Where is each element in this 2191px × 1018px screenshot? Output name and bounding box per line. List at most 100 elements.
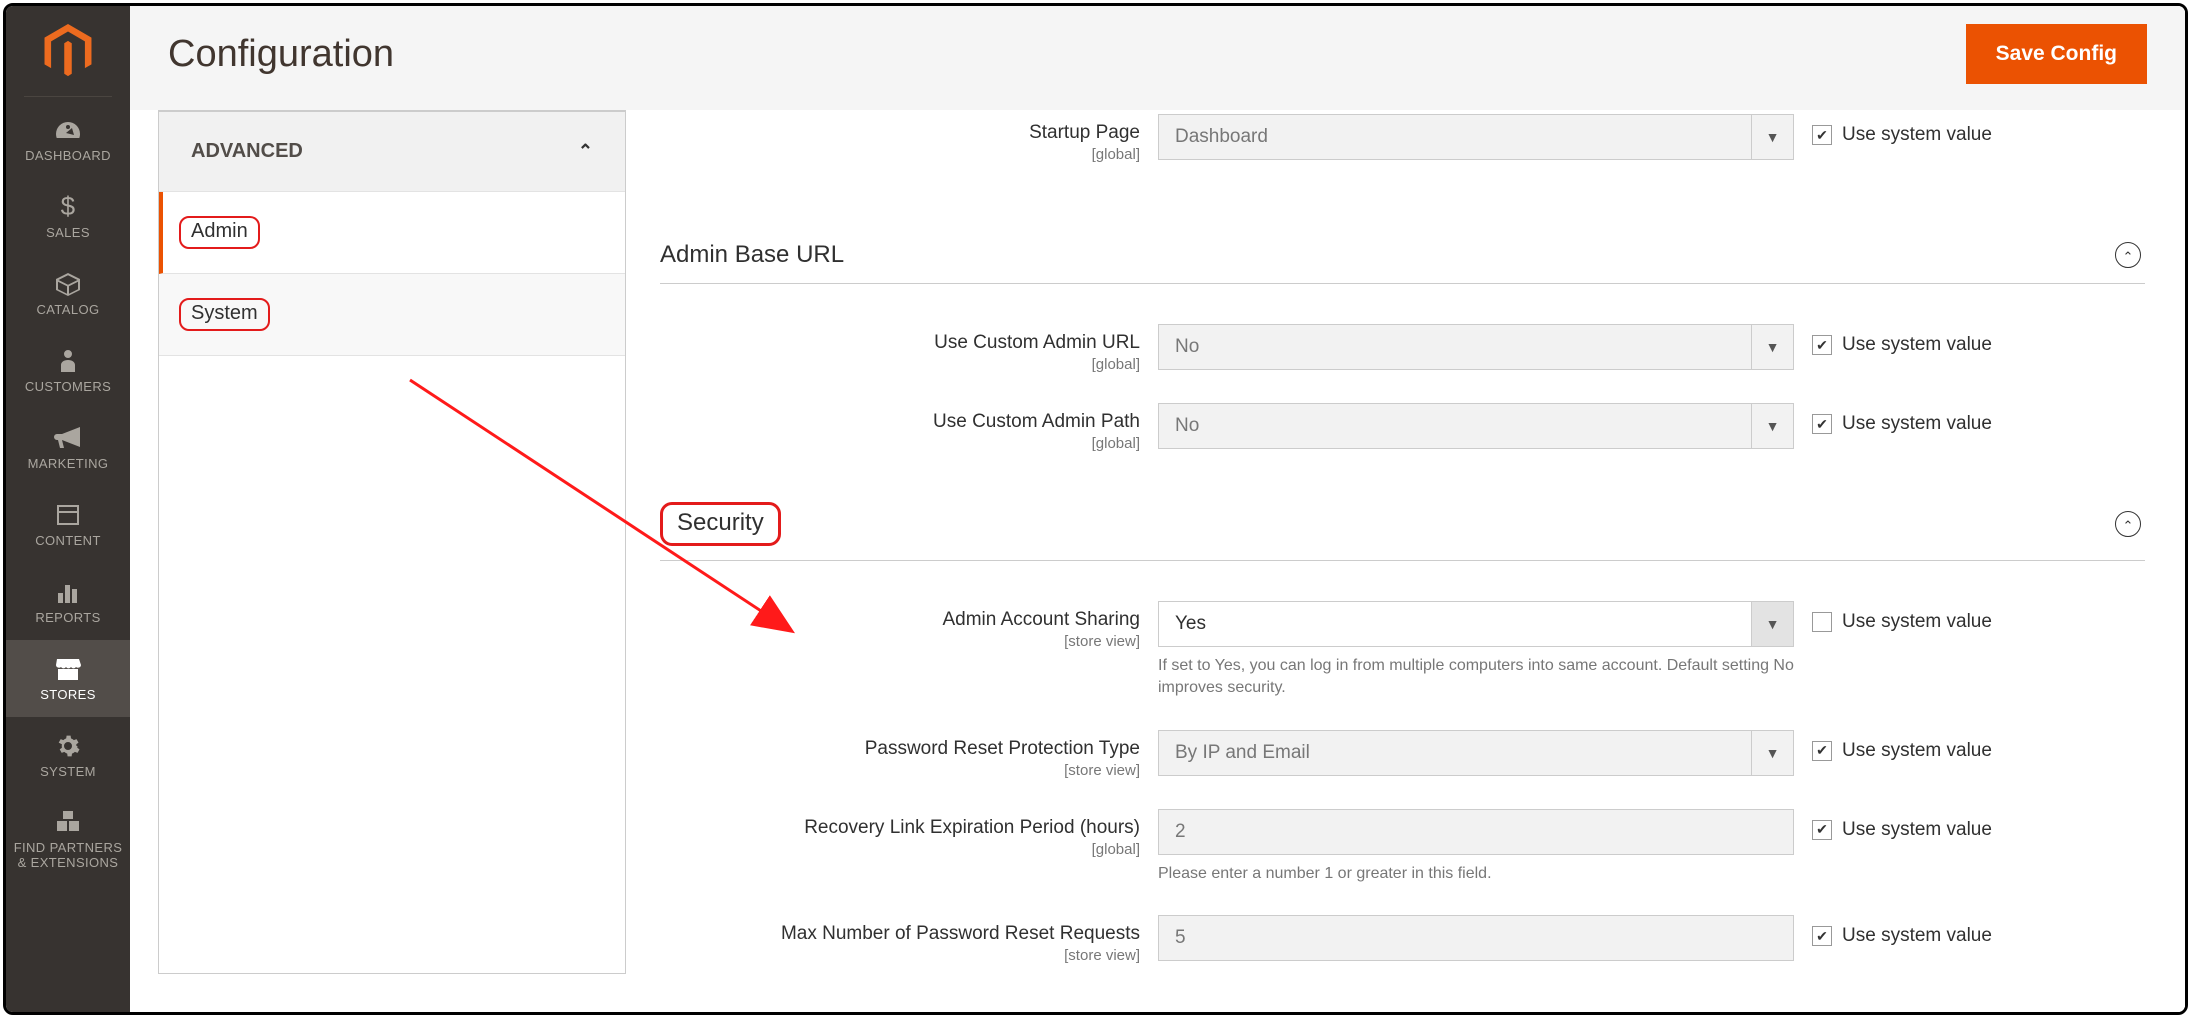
nav-catalog[interactable]: CATALOG: [6, 255, 130, 332]
use-system-value-checkbox[interactable]: Use system value: [1812, 324, 2072, 356]
nav-label: FIND PARTNERS & EXTENSIONS: [14, 841, 123, 871]
nav-label: DASHBOARD: [25, 149, 111, 164]
highlight-box: Admin: [179, 216, 260, 249]
use-system-value-checkbox[interactable]: Use system value: [1812, 809, 2072, 841]
use-custom-admin-path-select[interactable]: No ▼: [1158, 403, 1794, 449]
nav-label: REPORTS: [35, 611, 100, 626]
checkbox-icon: [1812, 335, 1832, 355]
section-admin-base-url[interactable]: Admin Base URL ⌃: [660, 223, 2145, 284]
chevron-down-icon: ▼: [1751, 115, 1793, 159]
section-title: Admin Base URL: [660, 241, 844, 269]
startup-page-select[interactable]: Dashboard ▼: [1158, 114, 1794, 160]
dollar-icon: $: [61, 192, 76, 222]
highlight-box: Security: [660, 502, 781, 546]
nav-sales[interactable]: $ SALES: [6, 178, 130, 255]
field-help: Please enter a number 1 or greater in th…: [1158, 863, 1794, 885]
field-help: If set to Yes, you can log in from multi…: [1158, 655, 1794, 700]
field-label: Use Custom Admin Path: [933, 411, 1140, 432]
nav-label: CONTENT: [35, 534, 101, 549]
nav-label: SALES: [46, 226, 90, 241]
checkbox-icon: [1812, 926, 1832, 946]
nav-customers[interactable]: CUSTOMERS: [6, 332, 130, 409]
field-scope: [store view]: [660, 633, 1140, 650]
field-label: Use Custom Admin URL: [934, 332, 1140, 353]
chevron-up-icon: ⌃: [578, 141, 593, 162]
field-scope: [store view]: [660, 762, 1140, 779]
password-reset-protection-select[interactable]: By IP and Email ▼: [1158, 730, 1794, 776]
nav-partners[interactable]: FIND PARTNERS & EXTENSIONS: [6, 793, 130, 885]
nav-label: CUSTOMERS: [25, 380, 111, 395]
save-config-button[interactable]: Save Config: [1966, 24, 2147, 84]
checkbox-icon: [1812, 125, 1832, 145]
select-value: Dashboard: [1159, 126, 1751, 148]
checkbox-label: Use system value: [1842, 124, 1992, 146]
nav-marketing[interactable]: MARKETING: [6, 409, 130, 486]
checkbox-label: Use system value: [1842, 334, 1992, 356]
config-tab-system[interactable]: System: [159, 274, 625, 356]
nav-label: CATALOG: [37, 303, 100, 318]
nav-label: STORES: [40, 688, 96, 703]
input-value: 5: [1175, 927, 1186, 949]
admin-account-sharing-select[interactable]: Yes ▼: [1158, 601, 1794, 647]
checkbox-icon: [1812, 612, 1832, 632]
use-system-value-checkbox[interactable]: Use system value: [1812, 915, 2072, 947]
max-password-reset-requests-input[interactable]: 5: [1158, 915, 1794, 961]
nav-stores[interactable]: STORES: [6, 640, 130, 717]
field-scope: [global]: [660, 435, 1140, 452]
field-label: Password Reset Protection Type: [865, 738, 1140, 759]
checkbox-label: Use system value: [1842, 413, 1992, 435]
config-tab-group-advanced[interactable]: ADVANCED ⌃: [159, 112, 625, 192]
highlight-box: System: [179, 298, 270, 331]
page-header: Configuration Save Config: [130, 6, 2185, 106]
section-security[interactable]: Security ⌃: [660, 484, 2145, 561]
select-value: Yes: [1159, 613, 1751, 635]
chevron-down-icon: ▼: [1751, 731, 1793, 775]
checkbox-icon: [1812, 741, 1832, 761]
use-system-value-checkbox[interactable]: Use system value: [1812, 601, 2072, 633]
config-tab-group-label: ADVANCED: [191, 140, 303, 163]
field-label: Max Number of Password Reset Requests: [781, 923, 1140, 944]
checkbox-label: Use system value: [1842, 611, 1992, 633]
nav-system[interactable]: SYSTEM: [6, 717, 130, 794]
magento-logo: [6, 6, 130, 96]
store-icon: [55, 654, 81, 684]
use-system-value-checkbox[interactable]: Use system value: [1812, 730, 2072, 762]
nav-reports[interactable]: REPORTS: [6, 563, 130, 640]
input-value: 2: [1175, 821, 1186, 843]
chevron-down-icon: ▼: [1751, 325, 1793, 369]
person-icon: [59, 346, 77, 376]
collapse-up-icon: ⌃: [2115, 242, 2141, 268]
nav-content[interactable]: CONTENT: [6, 486, 130, 563]
gear-icon: [56, 731, 80, 761]
field-label: Recovery Link Expiration Period (hours): [804, 817, 1140, 838]
recovery-link-expiration-input[interactable]: 2: [1158, 809, 1794, 855]
use-system-value-checkbox[interactable]: Use system value: [1812, 403, 2072, 435]
gauge-icon: [54, 115, 82, 145]
box-icon: [55, 269, 81, 299]
field-scope: [store view]: [660, 947, 1140, 964]
nav-label: SYSTEM: [40, 765, 96, 780]
select-value: No: [1159, 415, 1751, 437]
bars-icon: [56, 577, 80, 607]
config-form: Startup Page [global] Dashboard ▼ Use sy…: [660, 110, 2145, 974]
use-custom-admin-url-select[interactable]: No ▼: [1158, 324, 1794, 370]
use-system-value-checkbox[interactable]: Use system value: [1812, 114, 2072, 146]
checkbox-icon: [1812, 820, 1832, 840]
nav-dashboard[interactable]: DASHBOARD: [6, 101, 130, 178]
config-tab-admin[interactable]: Admin: [159, 192, 625, 274]
chevron-down-icon: ▼: [1751, 602, 1793, 646]
checkbox-label: Use system value: [1842, 925, 1992, 947]
admin-sidebar: DASHBOARD $ SALES CATALOG CUSTOMERS MARK…: [6, 6, 130, 1012]
checkbox-icon: [1812, 414, 1832, 434]
checkbox-label: Use system value: [1842, 819, 1992, 841]
page-title: Configuration: [168, 33, 394, 76]
checkbox-label: Use system value: [1842, 740, 1992, 762]
chevron-down-icon: ▼: [1751, 404, 1793, 448]
section-title: Security: [677, 509, 764, 536]
megaphone-icon: [54, 423, 82, 453]
field-label: Admin Account Sharing: [942, 609, 1140, 630]
collapse-up-icon: ⌃: [2115, 511, 2141, 537]
blocks-icon: [55, 807, 81, 837]
field-label: Startup Page: [1029, 122, 1140, 143]
config-tabs: ADVANCED ⌃ Admin System: [158, 110, 626, 974]
